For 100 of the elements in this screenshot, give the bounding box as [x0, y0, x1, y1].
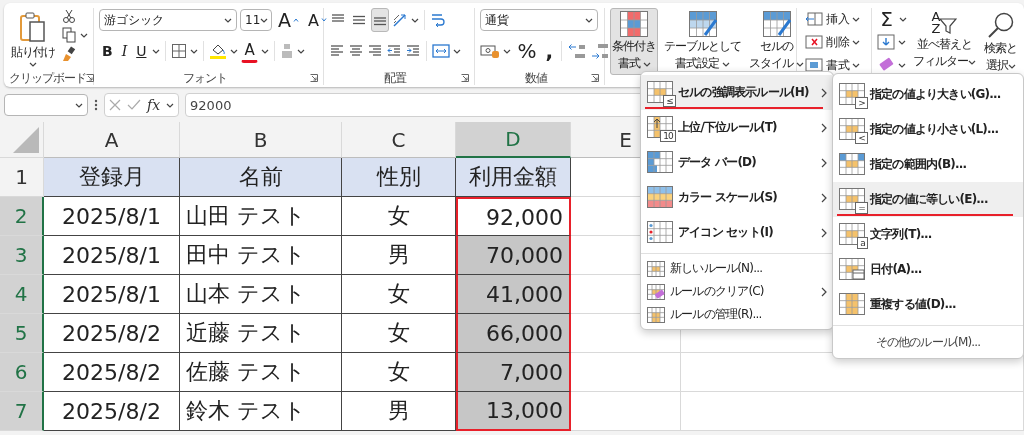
calendar-grid-icon	[839, 257, 865, 280]
row-header[interactable]: 1	[0, 158, 44, 197]
more-icon[interactable]	[94, 98, 98, 112]
caret-icon[interactable]	[230, 48, 239, 54]
caret-icon[interactable]	[80, 32, 88, 38]
menu-item[interactable]: = 指定の値に等しい(E)...	[833, 182, 1023, 217]
column-header[interactable]: A	[44, 122, 180, 158]
ribbon-button[interactable]: 削除	[802, 31, 863, 53]
row-header[interactable]: 6	[0, 353, 44, 392]
caret-icon[interactable]	[503, 48, 512, 54]
caret-icon[interactable]	[224, 17, 232, 23]
caret-icon[interactable]	[190, 48, 199, 54]
vertical-align-button[interactable]	[371, 8, 389, 32]
comma-button[interactable]: ,	[542, 39, 556, 63]
caret-icon[interactable]	[296, 48, 305, 54]
italic-button[interactable]: I	[118, 39, 131, 63]
brush-icon[interactable]	[61, 46, 77, 62]
wrap-text-icon[interactable]	[430, 12, 446, 28]
dialog-launcher-icon[interactable]	[86, 74, 94, 82]
increase-decimal-icon[interactable]	[567, 42, 587, 60]
caret-icon[interactable]	[260, 17, 269, 23]
shrink-font-button[interactable]: A	[305, 8, 330, 32]
autosum-button[interactable]: Σ	[877, 7, 896, 31]
fill-down-icon[interactable]	[877, 34, 896, 50]
caret-icon[interactable]	[968, 60, 976, 65]
row-header[interactable]: 2	[0, 197, 44, 236]
align-right-icon[interactable]	[367, 43, 383, 59]
sort-filter-button[interactable]: A Z 並べ替えと フィルター	[911, 8, 978, 73]
caret-icon[interactable]	[852, 16, 861, 22]
caret-icon[interactable]	[898, 39, 907, 45]
align-center-icon[interactable]	[348, 43, 364, 59]
insert-function-button[interactable]: fx	[147, 97, 161, 113]
row-header[interactable]: 4	[0, 275, 44, 314]
font-color-button[interactable]: A	[241, 39, 258, 63]
dialog-launcher-icon[interactable]	[461, 74, 470, 82]
column-header[interactable]: B	[180, 122, 342, 158]
number-format-field[interactable]: 通貨	[480, 9, 599, 31]
menu-item[interactable]: ルールの管理(R)...	[641, 303, 833, 326]
caret-icon[interactable]	[29, 62, 37, 67]
menu-item[interactable]: 日付(A)...	[833, 252, 1023, 287]
merge-cells-icon[interactable]	[432, 43, 450, 59]
percent-button[interactable]: %	[514, 39, 540, 63]
scissors-icon[interactable]	[61, 8, 77, 24]
table-cell: 41,000	[456, 275, 571, 314]
menu-item[interactable]: 指定の範囲内(B)...	[833, 147, 1023, 182]
fill-bucket-icon[interactable]	[209, 42, 228, 60]
borders-icon[interactable]	[171, 43, 188, 59]
menu-item[interactable]: カラー スケール(S)	[641, 180, 833, 215]
paste-button[interactable]: 貼り付け	[9, 8, 57, 71]
ribbon-button[interactable]: 条件付き 書式	[610, 8, 659, 75]
row-header[interactable]: 7	[0, 392, 44, 431]
font-size-field[interactable]: 11	[240, 9, 272, 31]
caret-icon[interactable]	[1007, 64, 1016, 69]
caret-icon[interactable]	[722, 62, 731, 67]
align-left-icon[interactable]	[329, 43, 345, 59]
ribbon-button[interactable]: 挿入	[802, 8, 863, 30]
menu-item[interactable]: ≤ セルの強調表示ルール(H)	[641, 75, 833, 110]
increase-indent-icon[interactable]	[405, 43, 421, 59]
dialog-launcher-icon[interactable]	[591, 74, 600, 82]
caret-icon[interactable]	[852, 62, 861, 68]
caret-icon[interactable]	[852, 39, 861, 45]
caret-icon[interactable]	[642, 62, 651, 67]
corner-cell[interactable]	[0, 122, 44, 158]
underline-button[interactable]: U	[133, 39, 150, 63]
copy-icon[interactable]	[61, 27, 77, 43]
caret-icon[interactable]	[899, 16, 907, 22]
header-cell: 利用金額	[456, 158, 571, 197]
menu-item[interactable]: その他のルール(M)...	[833, 329, 1023, 355]
row-header[interactable]: 5	[0, 314, 44, 353]
decrease-decimal-icon[interactable]	[590, 42, 610, 60]
menu-item[interactable]: ルールのクリア(C)	[641, 280, 833, 303]
group-label: 配置	[383, 69, 408, 87]
accounting-icon[interactable]	[480, 43, 501, 59]
column-header[interactable]: D	[456, 122, 571, 158]
orientation-icon[interactable]	[392, 12, 408, 28]
caret-icon[interactable]	[411, 17, 419, 23]
font-name-field[interactable]: 游ゴシック	[99, 9, 237, 31]
grow-font-button[interactable]: A	[275, 8, 302, 32]
grid-icon	[620, 11, 649, 37]
check-icon[interactable]	[127, 99, 141, 111]
find-select-button[interactable]: 検索と 選択	[982, 8, 1019, 77]
caret-icon[interactable]	[260, 48, 269, 54]
menu-item[interactable]: アイコン セット(I)	[641, 215, 833, 250]
caret-icon[interactable]	[152, 48, 161, 54]
caret-icon[interactable]	[166, 102, 175, 108]
bold-button[interactable]: B	[99, 39, 116, 63]
chevron-right-icon	[821, 192, 827, 203]
menu-item[interactable]: 新しいルール(N)...	[641, 257, 833, 280]
caret-icon[interactable]	[75, 102, 83, 108]
menu-item[interactable]: 重複する値(D)...	[833, 287, 1023, 322]
menu-item[interactable]: a 文字列(T)...	[833, 217, 1023, 252]
column-header[interactable]: C	[342, 122, 456, 158]
caret-icon[interactable]	[898, 62, 907, 68]
caret-icon[interactable]	[796, 62, 805, 67]
row-header[interactable]: 3	[0, 236, 44, 275]
caret-icon[interactable]	[585, 17, 594, 23]
icon-set-icon	[647, 220, 673, 243]
dialog-launcher-icon[interactable]	[310, 74, 318, 82]
decrease-indent-icon[interactable]	[386, 43, 402, 59]
caret-icon[interactable]	[453, 48, 461, 54]
